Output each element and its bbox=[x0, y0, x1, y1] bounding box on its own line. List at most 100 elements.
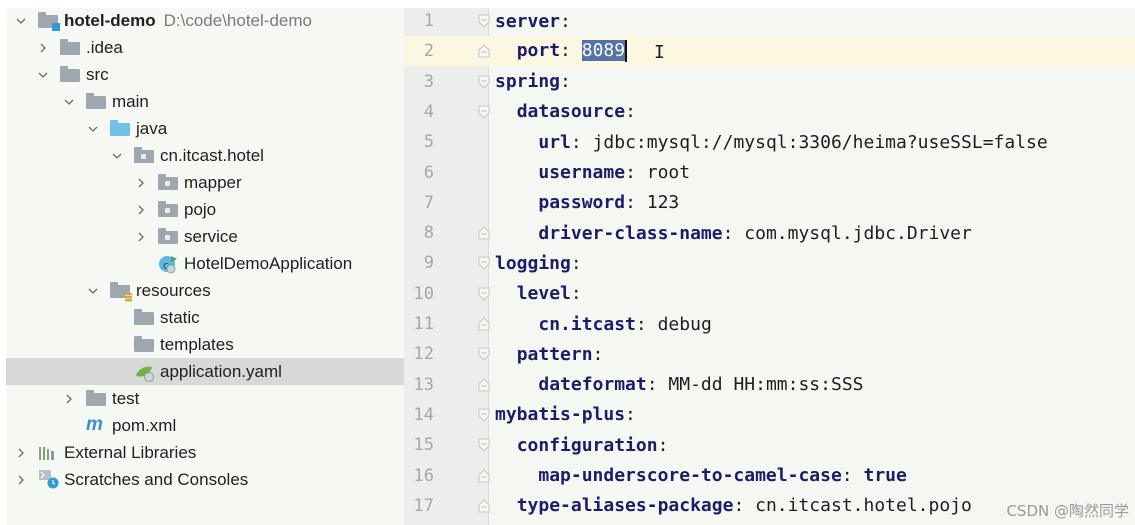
chevron-down-icon[interactable] bbox=[110, 150, 124, 162]
code-line[interactable]: 1 server: bbox=[404, 6, 1135, 36]
code-text[interactable]: dateformat: MM-dd HH:mm:ss:SSS bbox=[495, 374, 863, 395]
yaml-key: logging bbox=[495, 252, 571, 274]
code-text[interactable]: password: 123 bbox=[495, 192, 679, 213]
chevron-right-icon[interactable] bbox=[134, 204, 148, 216]
tree-item[interactable]: java bbox=[6, 115, 404, 142]
yaml-key: password bbox=[538, 192, 626, 214]
code-text[interactable]: logging: bbox=[495, 253, 582, 274]
fold-end-icon[interactable] bbox=[478, 44, 490, 58]
code-line[interactable]: 15 configuration: bbox=[404, 430, 1135, 460]
code-text[interactable]: map-underscore-to-camel-case: true bbox=[495, 465, 906, 486]
tree-item[interactable]: pojo bbox=[6, 196, 404, 223]
code-text[interactable]: driver-class-name: com.mysql.jdbc.Driver bbox=[495, 223, 972, 244]
yaml-key: mybatis-plus bbox=[495, 404, 626, 426]
yaml-key: spring bbox=[495, 71, 561, 93]
code-text[interactable]: configuration: bbox=[495, 434, 669, 456]
line-number: 7 bbox=[423, 192, 434, 213]
fold-collapse-icon[interactable] bbox=[478, 75, 490, 89]
chevron-right-icon[interactable] bbox=[14, 447, 28, 459]
code-text[interactable]: url: jdbc:mysql://mysql:3306/heima?useSS… bbox=[495, 132, 1047, 153]
tree-item[interactable]: service bbox=[6, 223, 404, 250]
chevron-down-icon[interactable] bbox=[62, 96, 76, 108]
code-line[interactable]: 7 password: 123 bbox=[404, 188, 1135, 218]
chevron-right-icon[interactable] bbox=[36, 42, 50, 54]
fold-end-icon[interactable] bbox=[478, 499, 490, 513]
fold-end-icon[interactable] bbox=[478, 317, 490, 331]
code-line[interactable]: 10 level: bbox=[404, 279, 1135, 309]
tree-item-label: cn.itcast.hotel bbox=[160, 145, 264, 165]
yaml-key: configuration bbox=[516, 434, 658, 456]
code-text[interactable]: cn.itcast: debug bbox=[495, 314, 711, 335]
tree-item-label: test bbox=[112, 388, 140, 408]
code-line[interactable]: 9 logging: bbox=[404, 248, 1135, 278]
chevron-right-icon[interactable] bbox=[62, 393, 76, 405]
chevron-down-icon[interactable] bbox=[14, 15, 28, 27]
folder-icon bbox=[60, 39, 80, 55]
tree-item[interactable]: resources bbox=[6, 277, 404, 304]
code-editor[interactable]: 1 server: 2 port: 8089 3 spring: 4 datasource… bbox=[404, 8, 1135, 525]
code-text[interactable]: pattern: bbox=[495, 344, 604, 365]
code-text[interactable]: mybatis-plus: bbox=[495, 404, 636, 425]
chevron-down-icon[interactable] bbox=[86, 285, 100, 297]
tree-item[interactable]: Scratches and Consoles bbox=[6, 466, 404, 493]
code-line[interactable]: 4 datasource: bbox=[404, 97, 1135, 127]
tree-item[interactable]: templates bbox=[6, 331, 404, 358]
tree-item[interactable]: External Libraries bbox=[6, 439, 404, 466]
code-text[interactable]: port: 8089 bbox=[495, 40, 628, 63]
chevron-right-icon[interactable] bbox=[134, 231, 148, 243]
fold-collapse-icon[interactable] bbox=[478, 347, 490, 362]
fold-collapse-icon[interactable] bbox=[478, 256, 490, 271]
tree-item[interactable]: main bbox=[6, 88, 404, 115]
code-line[interactable]: 6 username: root bbox=[404, 158, 1135, 188]
chevron-down-icon[interactable] bbox=[36, 69, 50, 81]
fold-end-icon[interactable] bbox=[478, 377, 490, 392]
yaml-key: port bbox=[516, 40, 561, 62]
tree-item[interactable]: src bbox=[6, 61, 404, 88]
code-line[interactable]: 14 mybatis-plus: bbox=[404, 400, 1135, 430]
code-text[interactable]: username: root bbox=[495, 162, 690, 183]
code-text[interactable]: level: bbox=[495, 283, 582, 304]
tree-item[interactable]: test bbox=[6, 385, 404, 412]
fold-end-icon[interactable] bbox=[478, 468, 490, 483]
code-line[interactable]: 12 pattern: bbox=[404, 339, 1135, 369]
tree-item[interactable]: application.yaml bbox=[6, 358, 404, 385]
tree-item[interactable]: mapper bbox=[6, 169, 404, 196]
code-line[interactable]: 8 driver-class-name: com.mysql.jdbc.Driv… bbox=[404, 218, 1135, 248]
line-number: 1 bbox=[423, 11, 434, 31]
fold-end-icon[interactable] bbox=[478, 226, 490, 240]
yaml-value: cn.itcast.hotel.pojo bbox=[755, 495, 972, 517]
fold-collapse-icon[interactable] bbox=[478, 105, 490, 119]
tree-item[interactable]: .idea bbox=[6, 34, 404, 61]
code-text[interactable]: spring: bbox=[495, 71, 571, 92]
chevron-right-icon[interactable] bbox=[14, 474, 28, 486]
maven-icon: m bbox=[86, 413, 103, 435]
code-line[interactable]: 3 spring: bbox=[404, 67, 1135, 97]
code-line[interactable]: 16 map-underscore-to-camel-case: true bbox=[404, 461, 1135, 491]
code-line[interactable]: 11 cn.itcast: debug bbox=[404, 309, 1135, 339]
yaml-separator: : bbox=[560, 71, 571, 93]
tree-item-label: static bbox=[160, 307, 200, 327]
tree-item[interactable]: static bbox=[6, 304, 404, 331]
code-line[interactable]: 5 url: jdbc:mysql://mysql:3306/heima?use… bbox=[404, 127, 1135, 157]
code-line[interactable]: 2 port: 8089 bbox=[404, 36, 1135, 67]
fold-collapse-icon[interactable] bbox=[478, 287, 490, 301]
code-text[interactable]: server: bbox=[495, 11, 571, 32]
chevron-down-icon[interactable] bbox=[86, 123, 100, 135]
line-number: 13 bbox=[413, 374, 434, 395]
tree-item[interactable]: c HotelDemoApplication bbox=[6, 250, 404, 277]
project-tree[interactable]: hotel-demo D:\code\hotel-demo .idea src main… bbox=[6, 8, 404, 525]
tree-item[interactable]: hotel-demo D:\code\hotel-demo bbox=[6, 7, 404, 34]
tree-item[interactable]: cn.itcast.hotel bbox=[6, 142, 404, 169]
code-text[interactable]: type-aliases-package: cn.itcast.hotel.po… bbox=[495, 495, 972, 516]
fold-collapse-icon[interactable] bbox=[478, 14, 490, 28]
line-number: 3 bbox=[423, 71, 434, 92]
code-line[interactable]: 13 dateformat: MM-dd HH:mm:ss:SSS bbox=[404, 370, 1135, 400]
line-number: 10 bbox=[413, 283, 434, 304]
chevron-right-icon[interactable] bbox=[134, 177, 148, 189]
code-text[interactable]: datasource: bbox=[495, 101, 636, 122]
fold-collapse-icon[interactable] bbox=[478, 438, 490, 452]
fold-collapse-icon[interactable] bbox=[478, 408, 490, 422]
tree-item[interactable]: m pom.xml bbox=[6, 412, 404, 439]
